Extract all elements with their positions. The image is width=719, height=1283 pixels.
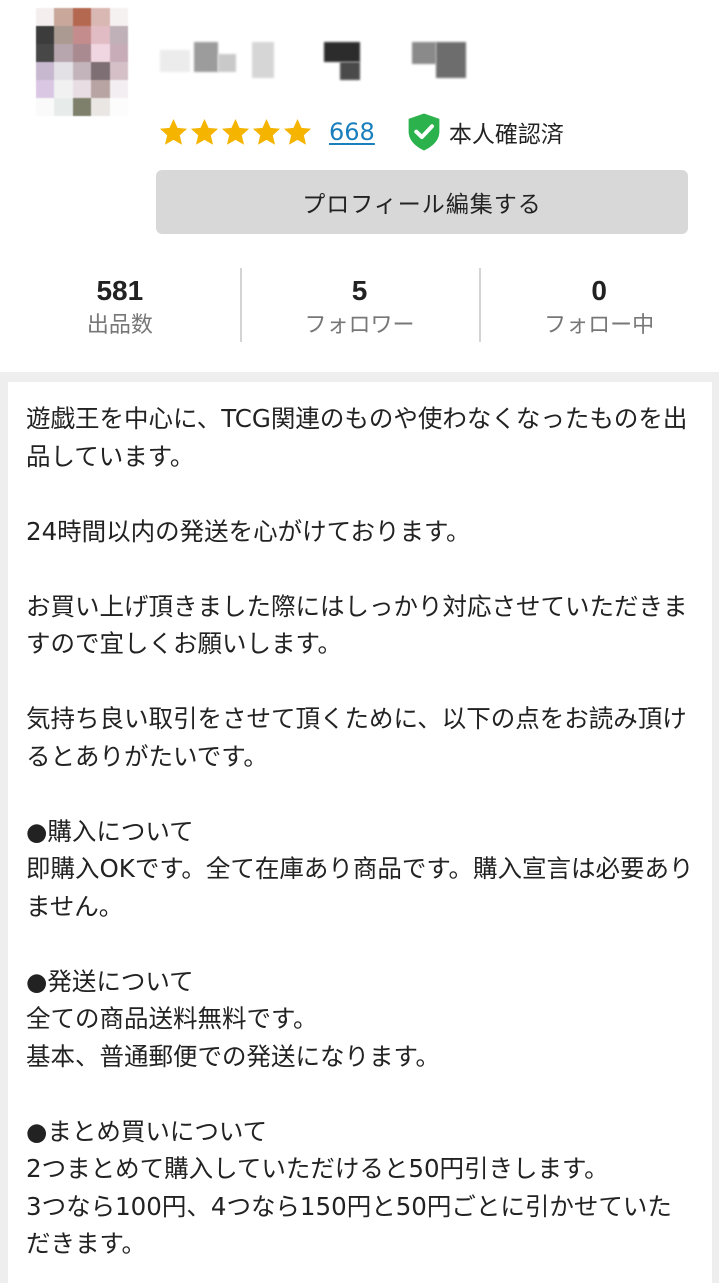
stats-bar: 581 出品数 5 フォロワー 0 フォロー中 bbox=[0, 266, 719, 344]
stat-following[interactable]: 0 フォロー中 bbox=[479, 266, 719, 344]
username-blurred bbox=[160, 40, 480, 82]
star-icon bbox=[158, 117, 189, 148]
stat-value: 5 bbox=[351, 275, 368, 306]
star-icon bbox=[251, 117, 282, 148]
verified-shield-icon bbox=[405, 112, 443, 152]
rating-count-link[interactable]: 668 bbox=[329, 118, 375, 146]
stat-listings[interactable]: 581 出品数 bbox=[0, 266, 240, 344]
verified-badge: 本人確認済 bbox=[405, 112, 564, 152]
bio-text: 遊戯王を中心に、TCG関連のものや使わなくなったものを出品しています。 24時間… bbox=[26, 404, 694, 1258]
star-icon bbox=[189, 117, 220, 148]
avatar[interactable] bbox=[36, 8, 128, 116]
stat-value: 0 bbox=[591, 275, 607, 306]
stat-label: フォロー中 bbox=[544, 313, 655, 338]
star-rating bbox=[158, 117, 313, 148]
verified-label: 本人確認済 bbox=[448, 122, 564, 148]
star-icon bbox=[282, 117, 313, 148]
bio-card: 遊戯王を中心に、TCG関連のものや使わなくなったものを出品しています。 24時間… bbox=[8, 382, 712, 1283]
edit-profile-button[interactable]: プロフィール編集する bbox=[156, 170, 688, 234]
rating-row: 668 本人確認済 bbox=[158, 112, 564, 152]
stat-label: フォロワー bbox=[304, 313, 415, 338]
stat-followers[interactable]: 5 フォロワー bbox=[239, 266, 480, 344]
profile-header: 668 本人確認済 プロフィール編集する 581 出品数 5 フォロワー 0 フ… bbox=[0, 0, 719, 372]
star-icon bbox=[220, 117, 251, 148]
stat-value: 581 bbox=[96, 275, 144, 306]
stat-label: 出品数 bbox=[86, 313, 153, 338]
